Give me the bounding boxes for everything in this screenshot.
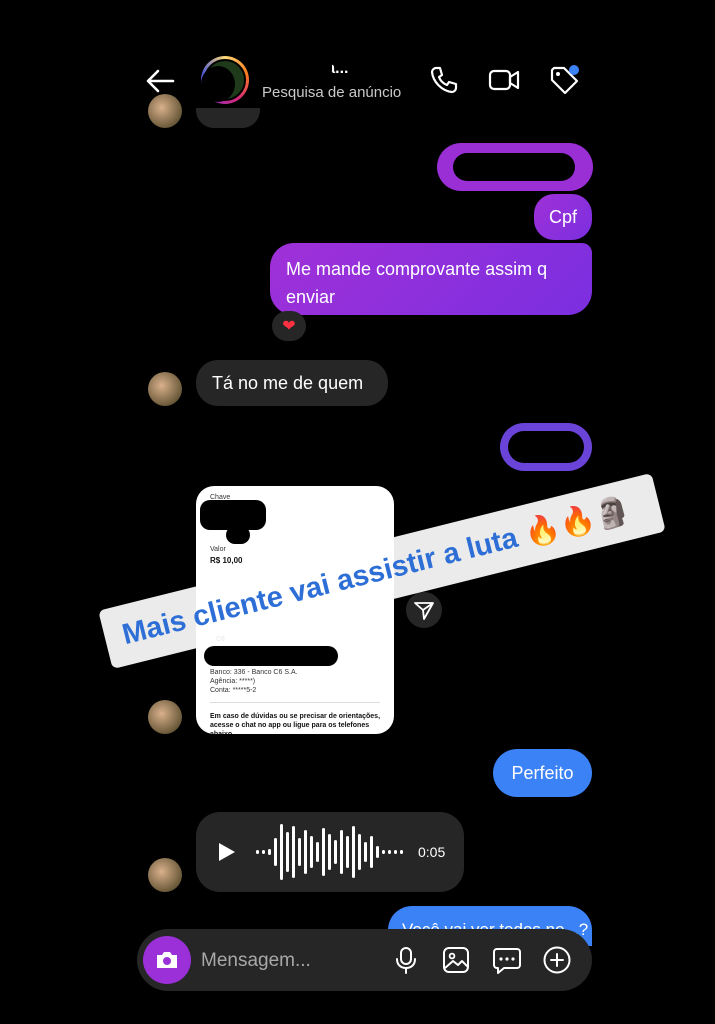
receipt-conta: Conta: *****5-2 <box>210 687 257 694</box>
redaction-mark <box>201 66 235 102</box>
camera-icon <box>157 952 177 968</box>
message-bubble-sent[interactable]: Cpf <box>534 194 592 240</box>
contact-avatar[interactable] <box>201 56 249 104</box>
sender-avatar[interactable] <box>148 94 182 128</box>
audio-duration: 0:05 <box>418 844 446 860</box>
redaction-mark <box>508 431 584 463</box>
sender-avatar[interactable] <box>148 700 182 734</box>
receipt-valor-label: Valor <box>210 546 226 553</box>
message-bubble-sent[interactable]: Me mande comprovante assim q enviar <box>270 243 592 315</box>
contact-subtitle: Pesquisa de anúncio <box>262 84 402 101</box>
message-bubble-partial[interactable] <box>196 108 260 128</box>
waveform <box>256 824 403 880</box>
redaction-mark <box>258 58 332 78</box>
heart-icon: ❤ <box>282 318 296 335</box>
receipt-divider <box>210 702 380 703</box>
message-text: Tá no me de quem <box>212 372 364 393</box>
message-bubble-received[interactable]: Tá no me de quem <box>196 360 388 406</box>
message-bubble-redacted[interactable] <box>500 423 592 471</box>
notification-dot <box>569 65 579 75</box>
receipt-agencia: Agência: *****) <box>210 678 256 685</box>
message-text: Perfeito <box>511 762 574 783</box>
plus-icon[interactable] <box>542 945 572 975</box>
message-text: Me mande comprovante assim q enviar <box>286 259 548 307</box>
camera-button[interactable] <box>143 936 191 984</box>
share-icon[interactable] <box>406 592 442 628</box>
receipt-banco: Banco: 336 - Banco C6 S.A. <box>210 669 298 676</box>
redaction-mark <box>204 646 338 666</box>
message-input[interactable]: Mensagem... <box>201 950 311 972</box>
sender-avatar[interactable] <box>148 858 182 892</box>
play-icon[interactable] <box>214 840 238 864</box>
video-call-icon[interactable] <box>486 62 522 98</box>
message-text: Cpf <box>548 206 577 227</box>
gallery-icon[interactable] <box>441 945 471 975</box>
sticker-chat-icon[interactable] <box>492 945 522 975</box>
message-bubble-redacted[interactable] <box>437 143 593 191</box>
message-bubble-sent[interactable]: Perfeito <box>493 749 592 797</box>
receipt-help: Em caso de dúvidas ou se precisar de ori… <box>210 713 381 734</box>
sender-avatar[interactable] <box>148 372 182 406</box>
redaction-mark <box>226 526 250 544</box>
microphone-icon[interactable] <box>391 945 421 975</box>
heart-reaction[interactable]: ❤ <box>272 311 306 341</box>
receipt-valor: R$ 10,00 <box>210 556 243 565</box>
redaction-mark <box>453 153 575 181</box>
back-arrow-icon[interactable] <box>143 64 177 98</box>
chat-header: Cl...b...ga... Pesquisa de anúncio <box>0 40 715 120</box>
phone-icon[interactable] <box>426 62 462 98</box>
